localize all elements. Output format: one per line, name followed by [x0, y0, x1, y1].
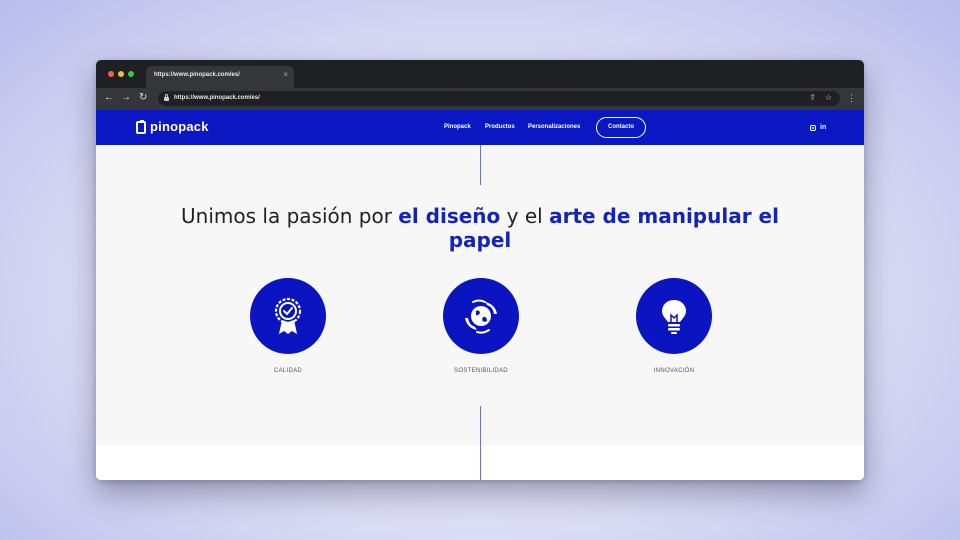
- url-text: https://www.pinopack.com/es/: [174, 95, 260, 101]
- nav-link-pinopack[interactable]: Pinopack: [444, 124, 471, 130]
- feature-innovacion: INNOVACIÓN: [614, 278, 734, 374]
- feature-calidad: CALIDAD: [228, 278, 348, 374]
- share-icon[interactable]: ⇪: [809, 93, 816, 102]
- tab-bar: https://www.pinopack.com/es/ ×: [96, 60, 864, 88]
- divider-line-top: [480, 145, 481, 185]
- maximize-window-button[interactable]: [128, 71, 134, 77]
- feature-label-innovacion: INNOVACIÓN: [653, 368, 695, 374]
- address-bar[interactable]: https://www.pinopack.com/es/ ⇪ ☆: [158, 91, 840, 106]
- hero-text-part2: y el: [500, 204, 550, 228]
- nav-link-personalizaciones[interactable]: Personalizaciones: [528, 124, 580, 130]
- globe-hands-icon: [443, 278, 519, 354]
- close-window-button[interactable]: [108, 71, 114, 77]
- reload-icon[interactable]: ↻: [139, 92, 147, 104]
- logo-icon: [136, 120, 146, 134]
- browser-tab[interactable]: https://www.pinopack.com/es/ ×: [146, 66, 294, 88]
- tab-close-icon[interactable]: ×: [283, 70, 288, 79]
- bookmark-star-icon[interactable]: ☆: [825, 93, 832, 102]
- back-icon[interactable]: ←: [104, 92, 114, 104]
- feature-label-calidad: CALIDAD: [273, 368, 303, 374]
- browser-menu-icon[interactable]: ⋮: [847, 93, 856, 103]
- lightbulb-icon: [636, 278, 712, 354]
- site-header: pinopack Pinopack Productos Personalizac…: [96, 110, 864, 145]
- nav-link-productos[interactable]: Productos: [485, 124, 515, 130]
- tab-title: https://www.pinopack.com/es/: [154, 72, 240, 78]
- page-viewport: pinopack Pinopack Productos Personalizac…: [96, 110, 864, 480]
- browser-window: https://www.pinopack.com/es/ × ← → ↻ htt…: [96, 60, 864, 480]
- contact-button[interactable]: Contacto: [596, 117, 646, 138]
- feature-sostenibilidad: SOSTENIBILIDAD: [421, 278, 541, 374]
- linkedin-icon[interactable]: in: [820, 124, 826, 131]
- lock-icon: [164, 94, 169, 101]
- hero-highlight-design: el diseño: [398, 204, 501, 228]
- hero-text-part1: Unimos la pasión por: [181, 204, 399, 228]
- logo-text: pinopack: [150, 119, 209, 134]
- divider-line-bottom: [480, 406, 481, 480]
- forward-icon[interactable]: →: [121, 92, 131, 104]
- minimize-window-button[interactable]: [118, 71, 124, 77]
- instagram-icon[interactable]: [810, 125, 816, 131]
- feature-label-sostenibilidad: SOSTENIBILIDAD: [454, 368, 508, 374]
- browser-toolbar: ← → ↻ https://www.pinopack.com/es/ ⇪ ☆ ⋮: [96, 88, 864, 110]
- quality-badge-icon: [250, 278, 326, 354]
- hero-headline: Unimos la pasión por el diseño y el arte…: [180, 204, 780, 252]
